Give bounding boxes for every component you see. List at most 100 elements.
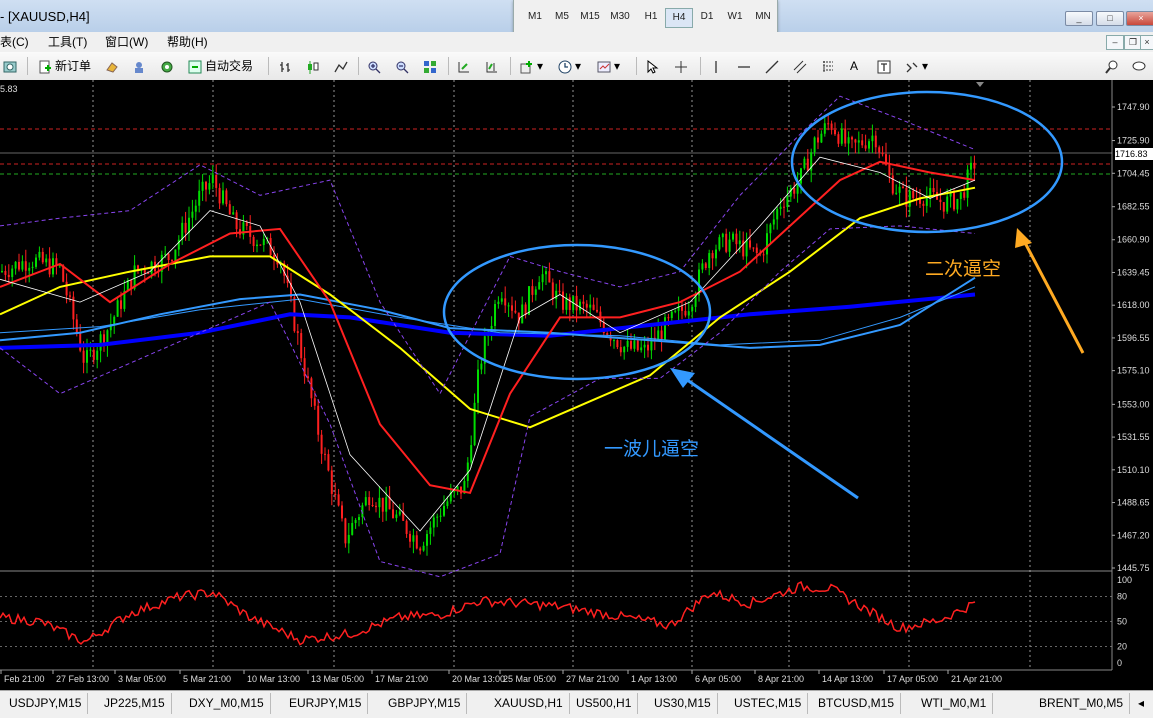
- navigator-icon[interactable]: [160, 56, 177, 76]
- candle-body: [762, 254, 765, 256]
- candle-body: [116, 300, 119, 317]
- timeframe-mn-button[interactable]: MN: [750, 8, 776, 26]
- market-watch-icon[interactable]: [105, 56, 122, 76]
- timeframe-m30-button[interactable]: M30: [607, 8, 633, 26]
- auto-scroll-icon[interactable]: [457, 56, 474, 76]
- search-icon[interactable]: [1105, 56, 1122, 76]
- candle-body: [181, 222, 184, 240]
- main-toolbar: 新订单 自动交易 ▾ ▾ ▾ A ▾: [0, 52, 1153, 81]
- candle-body: [749, 240, 751, 248]
- candle-body: [392, 509, 394, 518]
- templates-icon[interactable]: ▾: [597, 56, 620, 76]
- candle-body: [446, 501, 449, 506]
- close-button[interactable]: ×: [1126, 11, 1153, 26]
- candle-body: [412, 535, 415, 542]
- line-chart-icon[interactable]: [334, 56, 351, 76]
- candle-body: [626, 341, 629, 347]
- timeframe-h1-button[interactable]: H1: [638, 8, 664, 26]
- chat-icon[interactable]: [1132, 56, 1149, 76]
- candle-body: [235, 212, 238, 230]
- chart-tab-wti-m0-m1[interactable]: WTI_M0,M1: [915, 693, 994, 714]
- candle-body: [806, 158, 809, 171]
- candle-body: [871, 135, 874, 142]
- candle-body: [120, 300, 122, 309]
- text-tool-icon[interactable]: A: [850, 56, 858, 76]
- candle-body: [14, 261, 17, 269]
- trendline-icon[interactable]: [765, 56, 782, 76]
- candle-body: [912, 190, 915, 199]
- candle-body: [439, 515, 442, 517]
- bar-chart-icon[interactable]: [279, 56, 296, 76]
- chart-tab-ustec-m15[interactable]: USTEC,M15: [728, 693, 809, 714]
- timeframe-w1-button[interactable]: W1: [722, 8, 748, 26]
- arrows-icon[interactable]: ▾: [905, 56, 928, 76]
- chart-tab-xauusd-h1[interactable]: XAUUSD,H1: [488, 693, 570, 714]
- candle-body: [500, 298, 503, 302]
- zoom-out-icon[interactable]: [395, 56, 412, 76]
- maximize-button[interactable]: □: [1096, 11, 1124, 26]
- candle-body: [606, 333, 609, 335]
- window-title: - [XAUUSD,H4]: [0, 9, 90, 24]
- auto-trading-button[interactable]: 自动交易: [188, 56, 253, 76]
- chart-tab-gbpjpy-m15[interactable]: GBPJPY,M15: [382, 693, 468, 714]
- price-axis-label: 1747.90: [1117, 102, 1150, 112]
- tile-windows-icon[interactable]: [423, 56, 440, 76]
- candle-body: [436, 516, 439, 518]
- text-label-icon[interactable]: [877, 56, 894, 76]
- menu-help[interactable]: 帮助(H): [167, 33, 208, 50]
- menu-tools[interactable]: 工具(T): [48, 33, 87, 50]
- menu-window[interactable]: 窗口(W): [105, 33, 148, 50]
- chart-tab-btcusd-m15[interactable]: BTCUSD,M15: [812, 693, 902, 714]
- candle-body: [946, 196, 949, 212]
- price-chart[interactable]: 1747.90 1725.90 1704.45 1682.55 1660.90 1639.…: [0, 80, 1153, 688]
- chart-tab-us500-h1[interactable]: US500,H1: [570, 693, 639, 714]
- candle-body: [460, 486, 462, 494]
- chart-shift-icon[interactable]: [485, 56, 502, 76]
- candle-body: [477, 369, 479, 403]
- timeframe-d1-button[interactable]: D1: [694, 8, 720, 26]
- chart-tab-usdjpy-m15[interactable]: USDJPY,M15: [3, 693, 89, 714]
- minimize-button[interactable]: _: [1065, 11, 1093, 26]
- channel-icon[interactable]: [793, 56, 810, 76]
- chart-tab-brent-m0-m5[interactable]: BRENT_M0,M5: [1033, 693, 1131, 714]
- candle-body: [514, 310, 517, 313]
- data-window-icon[interactable]: [132, 56, 149, 76]
- candle-body: [633, 340, 636, 349]
- candle-body: [4, 271, 7, 275]
- menu-chart[interactable]: 表(C): [0, 33, 29, 50]
- timeframe-m15-button[interactable]: M15: [577, 8, 603, 26]
- horizontal-line-icon[interactable]: [737, 56, 754, 76]
- indicators-icon[interactable]: ▾: [520, 56, 543, 76]
- chart-tab-dxy-m0-m15[interactable]: DXY_M0,M15: [183, 693, 271, 714]
- candle-body: [800, 168, 802, 184]
- candle-body: [681, 306, 683, 311]
- mdi-close-button[interactable]: ×: [1140, 35, 1153, 50]
- price-axis-label: 1618.00: [1117, 300, 1150, 310]
- mdi-minimize-button[interactable]: –: [1106, 35, 1124, 50]
- candle-body: [443, 505, 445, 516]
- cursor-icon[interactable]: [645, 56, 662, 76]
- price-axis-label: 1660.90: [1117, 235, 1150, 245]
- chart-tab-eurjpy-m15[interactable]: EURJPY,M15: [283, 693, 369, 714]
- candle-body: [347, 534, 350, 544]
- periods-icon[interactable]: ▾: [558, 56, 581, 76]
- vertical-line-icon[interactable]: [709, 56, 726, 76]
- zoom-in-icon[interactable]: [367, 56, 384, 76]
- current-price-label: 1716.83: [1115, 148, 1153, 160]
- chart-tab-jp225-m15[interactable]: JP225,M15: [98, 693, 172, 714]
- candle-body: [929, 188, 932, 197]
- profiles-icon[interactable]: [3, 56, 20, 76]
- oscillator-axis-label: 0: [1117, 658, 1122, 668]
- chart-window[interactable]: 1747.90 1725.90 1704.45 1682.55 1660.90 1639.…: [0, 80, 1153, 688]
- timeframe-h4-button[interactable]: H4: [665, 8, 693, 28]
- chart-tab-us30-m15[interactable]: US30,M15: [648, 693, 718, 714]
- candle-body: [334, 493, 337, 495]
- candlestick-icon[interactable]: [306, 56, 323, 76]
- fibonacci-icon[interactable]: [821, 56, 838, 76]
- tabs-scroll-left-icon[interactable]: ◂: [1132, 693, 1150, 714]
- crosshair-icon[interactable]: [674, 56, 691, 76]
- timeframe-m1-button[interactable]: M1: [522, 8, 548, 26]
- new-order-button[interactable]: 新订单: [38, 56, 91, 76]
- timeframe-m5-button[interactable]: M5: [549, 8, 575, 26]
- time-axis-label: 21 Apr 21:00: [951, 674, 1002, 684]
